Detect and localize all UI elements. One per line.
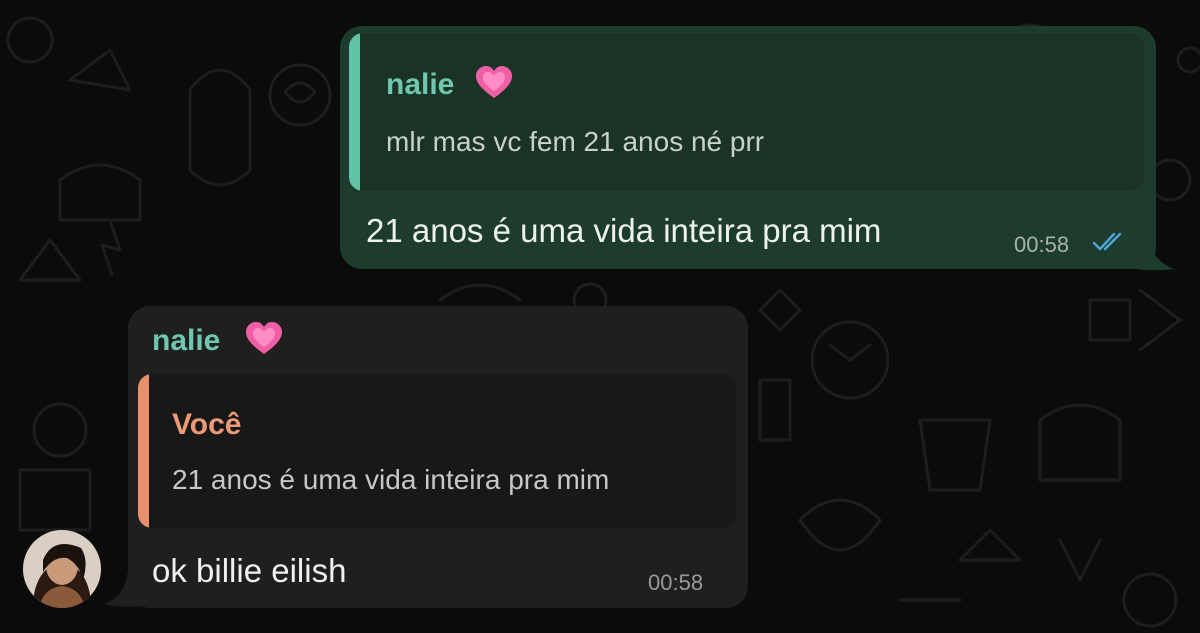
incoming-reply-quote[interactable]	[138, 374, 736, 528]
quote-author-name: nalie	[386, 68, 455, 101]
incoming-bubble-tail	[104, 570, 144, 607]
outgoing-bubble-tail	[1130, 232, 1174, 271]
pink-heart-icon	[246, 322, 282, 354]
double-check-icon	[1092, 232, 1122, 251]
profile-photo	[23, 530, 101, 608]
message-text: 21 anos é uma vida inteira pra mim	[366, 212, 882, 249]
quote-accent-bar	[138, 374, 149, 528]
message-text: ok billie eilish	[152, 552, 347, 589]
quote-text: mlr mas vc fem 21 anos né prr	[386, 126, 765, 157]
sender-name: nalie	[152, 324, 221, 357]
message-time: 00:58	[648, 570, 704, 595]
quote-author-name: Você	[172, 408, 242, 441]
pink-heart-icon	[476, 66, 512, 98]
quote-text: 21 anos é uma vida inteira pra mim	[172, 464, 610, 495]
outgoing-reply-quote[interactable]	[349, 33, 1144, 191]
message-time: 00:58	[1014, 232, 1070, 257]
quote-accent-bar	[349, 33, 360, 191]
avatar[interactable]	[23, 530, 101, 608]
